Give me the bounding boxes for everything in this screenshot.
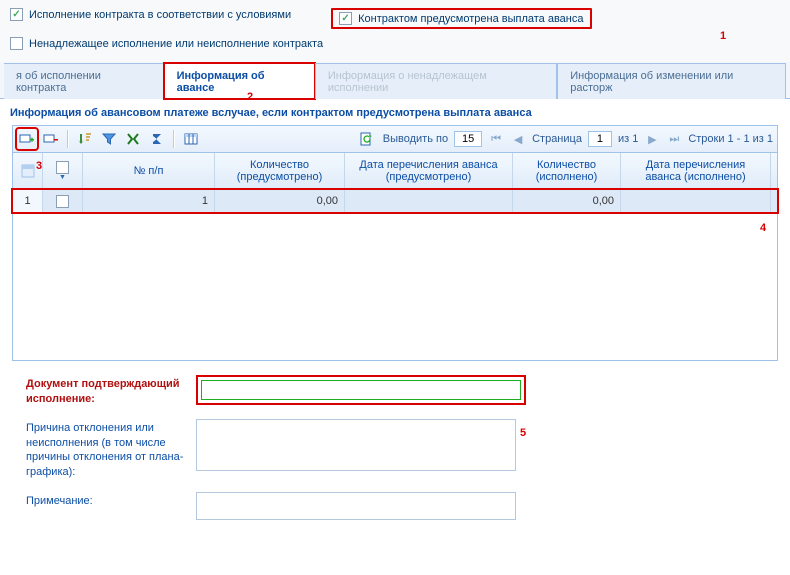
reason-textarea[interactable]: [196, 419, 516, 471]
next-page-button[interactable]: ▶: [644, 131, 660, 147]
cell-qty-plan[interactable]: 0,00: [215, 190, 345, 212]
page-label: Страница: [532, 133, 582, 145]
annotation-1: 1: [720, 30, 726, 42]
improper-exec-checkbox[interactable]: [10, 37, 23, 50]
annotation-5: 5: [520, 427, 526, 439]
row-checkbox[interactable]: [56, 195, 69, 208]
table-row[interactable]: 1 1 0,00 0,00: [13, 190, 777, 212]
delete-row-button[interactable]: [41, 129, 61, 149]
tab-advance-info[interactable]: Информация об авансе: [164, 63, 315, 99]
data-grid: Выводить по ⏮ ◀ Страница из 1 ▶ ⏭ Строки…: [12, 125, 778, 361]
annotation-4: 4: [760, 222, 766, 234]
annotation-3: 3: [36, 160, 42, 172]
cell-rownum: 1: [13, 190, 43, 212]
tab-improper-info[interactable]: Информация о ненадлежащем исполнении: [315, 63, 557, 99]
sort-button[interactable]: [75, 129, 95, 149]
per-page-input[interactable]: [454, 131, 482, 147]
excel-button[interactable]: [123, 129, 143, 149]
tab-change-info[interactable]: Информация об изменении или расторж: [557, 63, 786, 99]
cell-no[interactable]: 1: [83, 190, 215, 212]
advance-contract-label: Контрактом предусмотрена выплата аванса: [358, 13, 583, 25]
advance-contract-checkbox[interactable]: [339, 12, 352, 25]
doc-field[interactable]: [201, 380, 521, 400]
columns-button[interactable]: [181, 129, 201, 149]
exec-conditions-checkbox[interactable]: [10, 8, 23, 21]
last-page-button[interactable]: ⏭: [666, 131, 682, 147]
col-checkbox: ▼: [43, 153, 83, 189]
cell-qty-fact[interactable]: 0,00: [513, 190, 621, 212]
col-no[interactable]: № п/п: [83, 153, 215, 189]
exec-conditions-label: Исполнение контракта в соответствии с ус…: [29, 9, 291, 21]
col-date-fact[interactable]: Дата перечисления аванса (исполнено): [621, 153, 771, 189]
first-page-button[interactable]: ⏮: [488, 131, 504, 147]
doc-label: Документ подтверждающий исполнение:: [26, 375, 184, 407]
page-input[interactable]: [588, 131, 612, 147]
sum-button[interactable]: [147, 129, 167, 149]
add-row-button[interactable]: [17, 129, 37, 149]
col-date-plan[interactable]: Дата перечисления аванса (предусмотрено): [345, 153, 513, 189]
col-qty-plan[interactable]: Количество (предусмотрено): [215, 153, 345, 189]
filter-button[interactable]: [99, 129, 119, 149]
per-page-label: Выводить по: [383, 133, 448, 145]
cell-checkbox: [43, 190, 83, 212]
section-title: Информация об авансовом платеже вслучае,…: [0, 99, 790, 125]
cell-date-fact[interactable]: [621, 190, 771, 212]
improper-exec-label: Ненадлежащее исполнение или неисполнение…: [29, 38, 323, 50]
page-of: из 1: [618, 133, 638, 145]
prev-page-button[interactable]: ◀: [510, 131, 526, 147]
rows-summary: Строки 1 - 1 из 1: [688, 133, 773, 145]
note-label: Примечание:: [26, 492, 184, 509]
select-all-checkbox[interactable]: [56, 161, 69, 174]
reason-label: Причина отклонения или неисполнения (в т…: [26, 419, 184, 480]
cell-date-plan[interactable]: [345, 190, 513, 212]
annotation-2: 2: [247, 91, 253, 103]
note-textarea[interactable]: [196, 492, 516, 520]
tab-exec-info[interactable]: я об исполнении контракта: [4, 63, 164, 99]
refresh-button[interactable]: [357, 129, 377, 149]
col-qty-fact[interactable]: Количество (исполнено): [513, 153, 621, 189]
doc-field-wrapper: [196, 375, 526, 405]
